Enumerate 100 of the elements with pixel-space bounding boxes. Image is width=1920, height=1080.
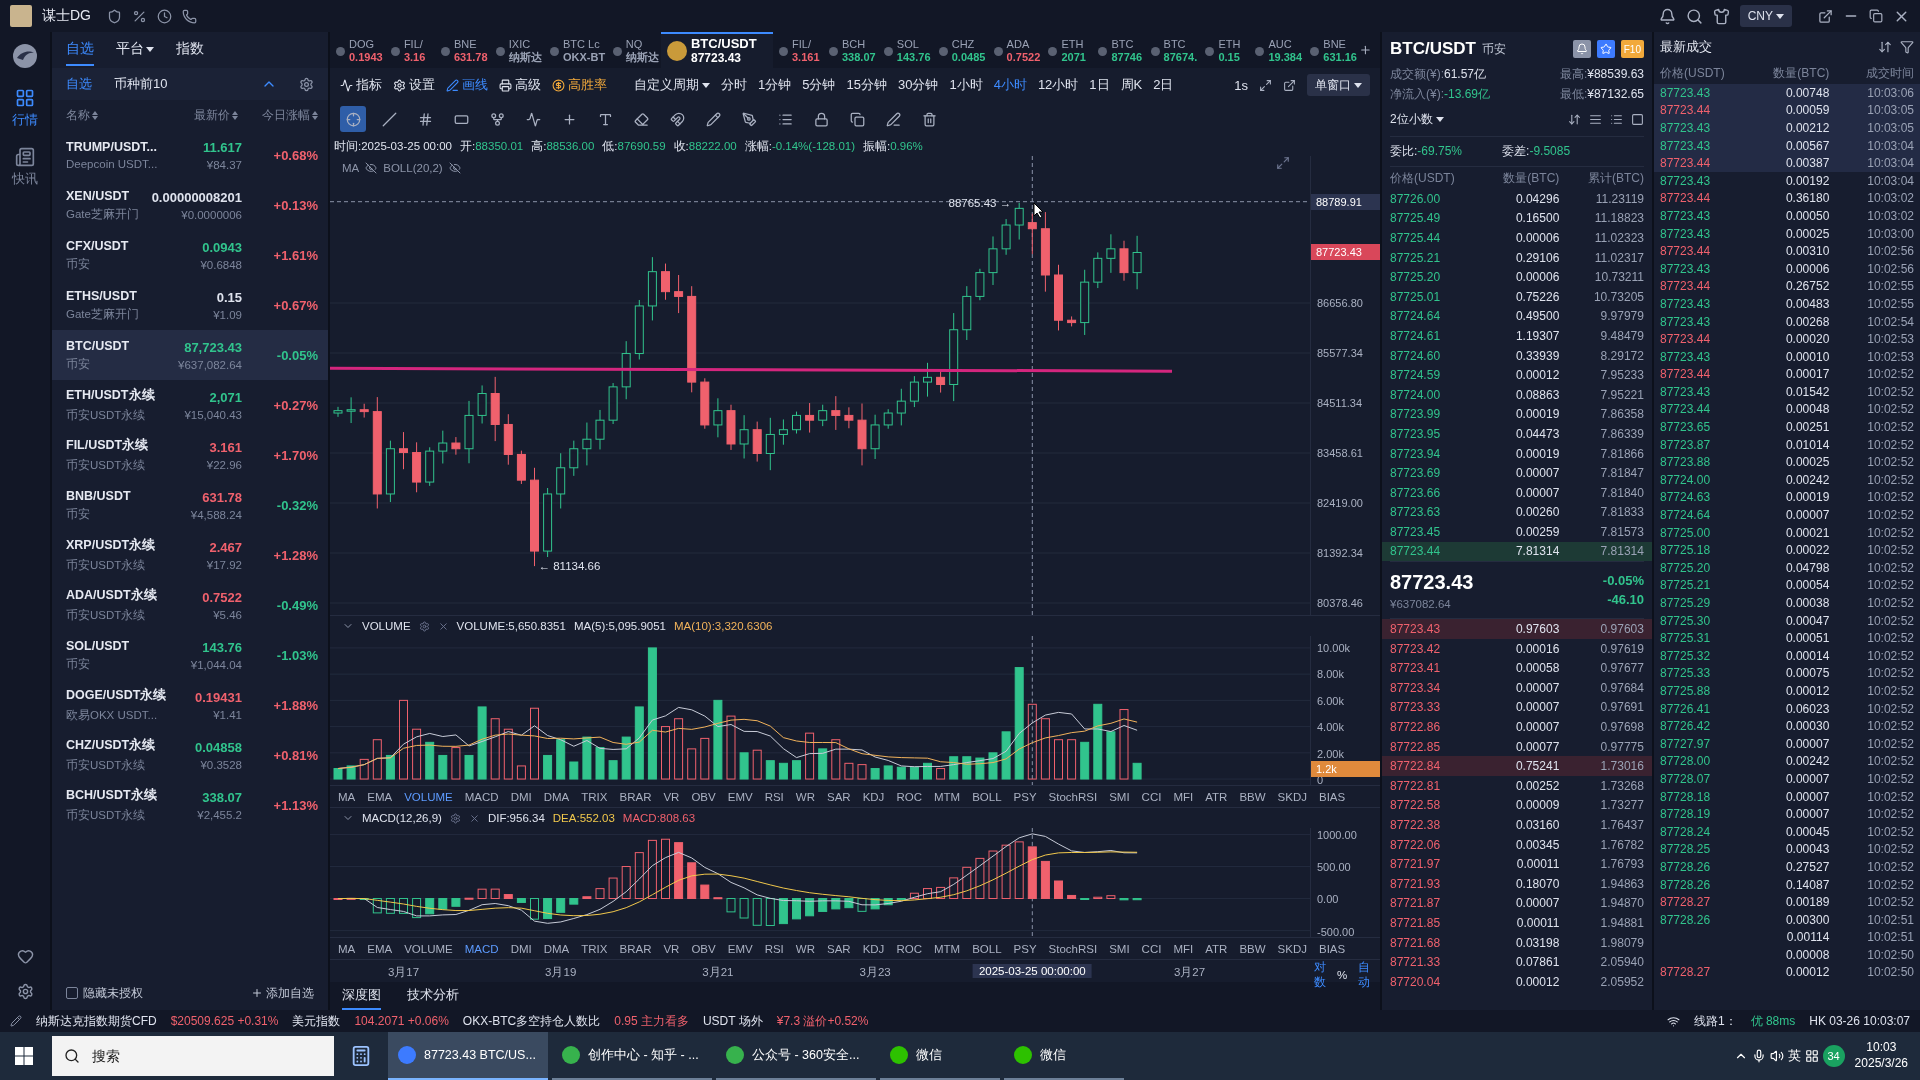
indicator-tab[interactable]: EMA [367, 942, 393, 955]
indicator-tab[interactable]: SKDJ [1277, 790, 1307, 803]
indicator-tab[interactable]: SMI [1109, 942, 1130, 955]
nav-item[interactable]: 行情 [12, 88, 38, 129]
indicator-tab[interactable]: VOLUME [404, 790, 453, 803]
symbol-tab[interactable]: BCH 338.07 [823, 32, 878, 68]
indicator-tab[interactable]: ROC [896, 790, 922, 803]
symbol-tab[interactable]: BNE 631.16 [1304, 32, 1360, 68]
indicator-tab[interactable]: SKDJ [1277, 942, 1307, 955]
watchlist-row[interactable]: XEN/USDT Gate芝麻开门 0.00000008201 ¥0.0000006 +0.13% [52, 180, 328, 230]
indicator-tab[interactable]: BIAS [1319, 790, 1346, 803]
refresh-rate[interactable]: 1s [1234, 77, 1248, 93]
symbol-tab[interactable]: ADA 0.7522 [987, 32, 1043, 68]
indicator-tab[interactable]: BBW [1239, 790, 1266, 803]
taskbar-app[interactable]: 公众号 - 360安全... [716, 1032, 876, 1080]
indicator-tab[interactable]: BIAS [1319, 942, 1346, 955]
indicator-tab[interactable]: PSY [1013, 942, 1037, 955]
indicator-tab[interactable]: VOLUME [404, 942, 453, 955]
symbol-tab[interactable]: BTC 87674. [1144, 32, 1200, 68]
list-tab[interactable]: 自选 [66, 75, 92, 93]
watchlist-row[interactable]: ETH/USDT永续 币安USDT永续 2,071 ¥15,040.43 +0.27% [52, 380, 328, 430]
indicator-tab[interactable]: MFI [1173, 942, 1194, 955]
watchlist-row[interactable]: BCH/USDT永续 币安USDT永续 338.07 ¥2,455.2 +1.13% [52, 780, 328, 830]
indicator-tab[interactable]: MTM [933, 942, 961, 955]
indicator-tab[interactable]: PSY [1013, 790, 1037, 803]
list-tab[interactable]: 币种前10 [114, 75, 168, 93]
market-tab[interactable]: 自选 [66, 34, 94, 66]
period-tab[interactable]: 30分钟 [897, 76, 939, 94]
taskbar-clock[interactable]: 10:03 2025/3/26 [1848, 1040, 1914, 1072]
indicator-tab[interactable]: MACD [464, 942, 499, 955]
indicator-tab[interactable]: StochRSI [1048, 942, 1098, 955]
indicator-tab[interactable]: KDJ [862, 790, 885, 803]
period-tab[interactable]: 2日 [1153, 76, 1174, 94]
indicator-tab[interactable]: MA [338, 790, 356, 803]
period-dropdown[interactable]: 自定义周期 [634, 76, 710, 94]
symbol-tab[interactable]: FIL/ 3.16 [384, 32, 435, 68]
symbol-tab[interactable]: FIL/ 3.161 [773, 32, 823, 68]
indicator-tab[interactable]: VR [663, 942, 680, 955]
symbol-tab[interactable]: CHZ 0.0485 [932, 32, 988, 68]
market-tab[interactable]: 平台 [116, 34, 154, 66]
symbol-tab[interactable]: BTC Lc OKX-BT [544, 32, 607, 68]
indicator-tab[interactable]: BRAR [619, 790, 652, 803]
watchlist-row[interactable]: TRUMP/USDT... Deepcoin USDT... 11.617 ¥84.37 +0.68% [52, 130, 328, 180]
taskbar-app[interactable]: 微信 [880, 1032, 1000, 1080]
scale-option[interactable]: 对数 [1310, 960, 1331, 990]
watchlist-row[interactable]: CHZ/USDT永续 币安USDT永续 0.04858 ¥0.3528 +0.81% [52, 730, 328, 780]
window-mode-button[interactable]: 单窗口 [1307, 74, 1370, 96]
symbol-tab[interactable]: AUC 19.384 [1249, 32, 1305, 68]
watchlist-row[interactable]: DOGE/USDT永续 欧易OKX USDT... 0.19431 ¥1.41 +1.88% [52, 680, 328, 730]
indicator-tab[interactable]: StochRSI [1048, 790, 1098, 803]
indicator-tab[interactable]: BBW [1239, 942, 1266, 955]
indicator-tab[interactable]: CCI [1141, 790, 1162, 803]
indicator-tab[interactable]: MTM [933, 790, 961, 803]
watchlist-row[interactable]: BTC/USDT 币安 87,723.43 ¥637,082.64 -0.05% [52, 330, 328, 380]
period-tab[interactable]: 1分钟 [758, 76, 792, 94]
indicator-tab[interactable]: DMA [543, 790, 570, 803]
indicator-tab[interactable]: MFI [1173, 790, 1194, 803]
watchlist-row[interactable]: SOL/USDT 币安 143.76 ¥1,044.04 -1.03% [52, 630, 328, 680]
indicator-tab[interactable]: DMI [510, 942, 532, 955]
currency-dropdown[interactable]: CNY [1739, 5, 1792, 27]
toolbar-button[interactable]: 高胜率 [552, 76, 607, 94]
toolbar-button[interactable]: 指标 [340, 76, 382, 94]
market-tab[interactable]: 指数 [176, 34, 204, 66]
symbol-tab[interactable]: IXIC 纳斯达 [489, 32, 544, 68]
period-tab[interactable]: 5分钟 [802, 76, 836, 94]
indicator-tab[interactable]: OBV [691, 790, 716, 803]
indicator-tab[interactable]: SAR [827, 790, 851, 803]
precision-dropdown[interactable]: 2位小数 [1390, 111, 1444, 128]
indicator-tab[interactable]: KDJ [862, 942, 885, 955]
indicator-tab[interactable]: MACD [464, 790, 499, 803]
period-tab[interactable]: 15分钟 [846, 76, 887, 94]
period-tab[interactable]: 1小时 [949, 76, 983, 94]
add-watchlist-button[interactable]: 添加自选 [251, 984, 314, 1002]
indicator-tab[interactable]: ATR [1205, 942, 1228, 955]
watchlist-row[interactable]: ETHS/USDT Gate芝麻开门 0.15 ¥1.09 +0.67% [52, 280, 328, 330]
nav-item[interactable]: 快讯 [12, 147, 38, 188]
indicator-tab[interactable]: WR [795, 790, 815, 803]
indicator-tab[interactable]: TRIX [581, 790, 608, 803]
indicator-tab[interactable]: ROC [896, 942, 922, 955]
scale-option[interactable]: % [1336, 969, 1348, 981]
indicator-tab[interactable]: EMA [367, 790, 393, 803]
bottom-tab[interactable]: 技术分析 [407, 982, 459, 1010]
indicator-tab[interactable]: DMI [510, 790, 532, 803]
ime-indicator[interactable]: 英 [1787, 1047, 1801, 1065]
watchlist-row[interactable]: XRP/USDT永续 币安USDT永续 2.467 ¥17.92 +1.28% [52, 530, 328, 580]
indicator-tab[interactable]: CCI [1141, 942, 1162, 955]
period-tab[interactable]: 分时 [721, 76, 747, 94]
indicator-tab[interactable]: VR [663, 790, 680, 803]
toolbar-button[interactable]: 设置 [393, 76, 435, 94]
symbol-tab[interactable]: ETH 2071 [1042, 32, 1093, 68]
symbol-tab[interactable]: BTC 87746 [1092, 32, 1145, 68]
taskbar-app[interactable]: 微信 [1004, 1032, 1124, 1080]
column-header[interactable]: 今日涨幅 [238, 106, 318, 124]
column-header[interactable]: 最新价 [128, 106, 238, 124]
symbol-tab[interactable]: ETH 0.15 [1199, 32, 1250, 68]
taskbar-app[interactable]: 创作中心 - 知乎 - ... [552, 1032, 712, 1080]
scale-option[interactable]: 自动 [1353, 960, 1374, 990]
indicator-tab[interactable]: RSI [764, 942, 784, 955]
indicator-tab[interactable]: BRAR [619, 942, 652, 955]
watchlist-row[interactable]: FIL/USDT永续 币安USDT永续 3.161 ¥22.96 +1.70% [52, 430, 328, 480]
